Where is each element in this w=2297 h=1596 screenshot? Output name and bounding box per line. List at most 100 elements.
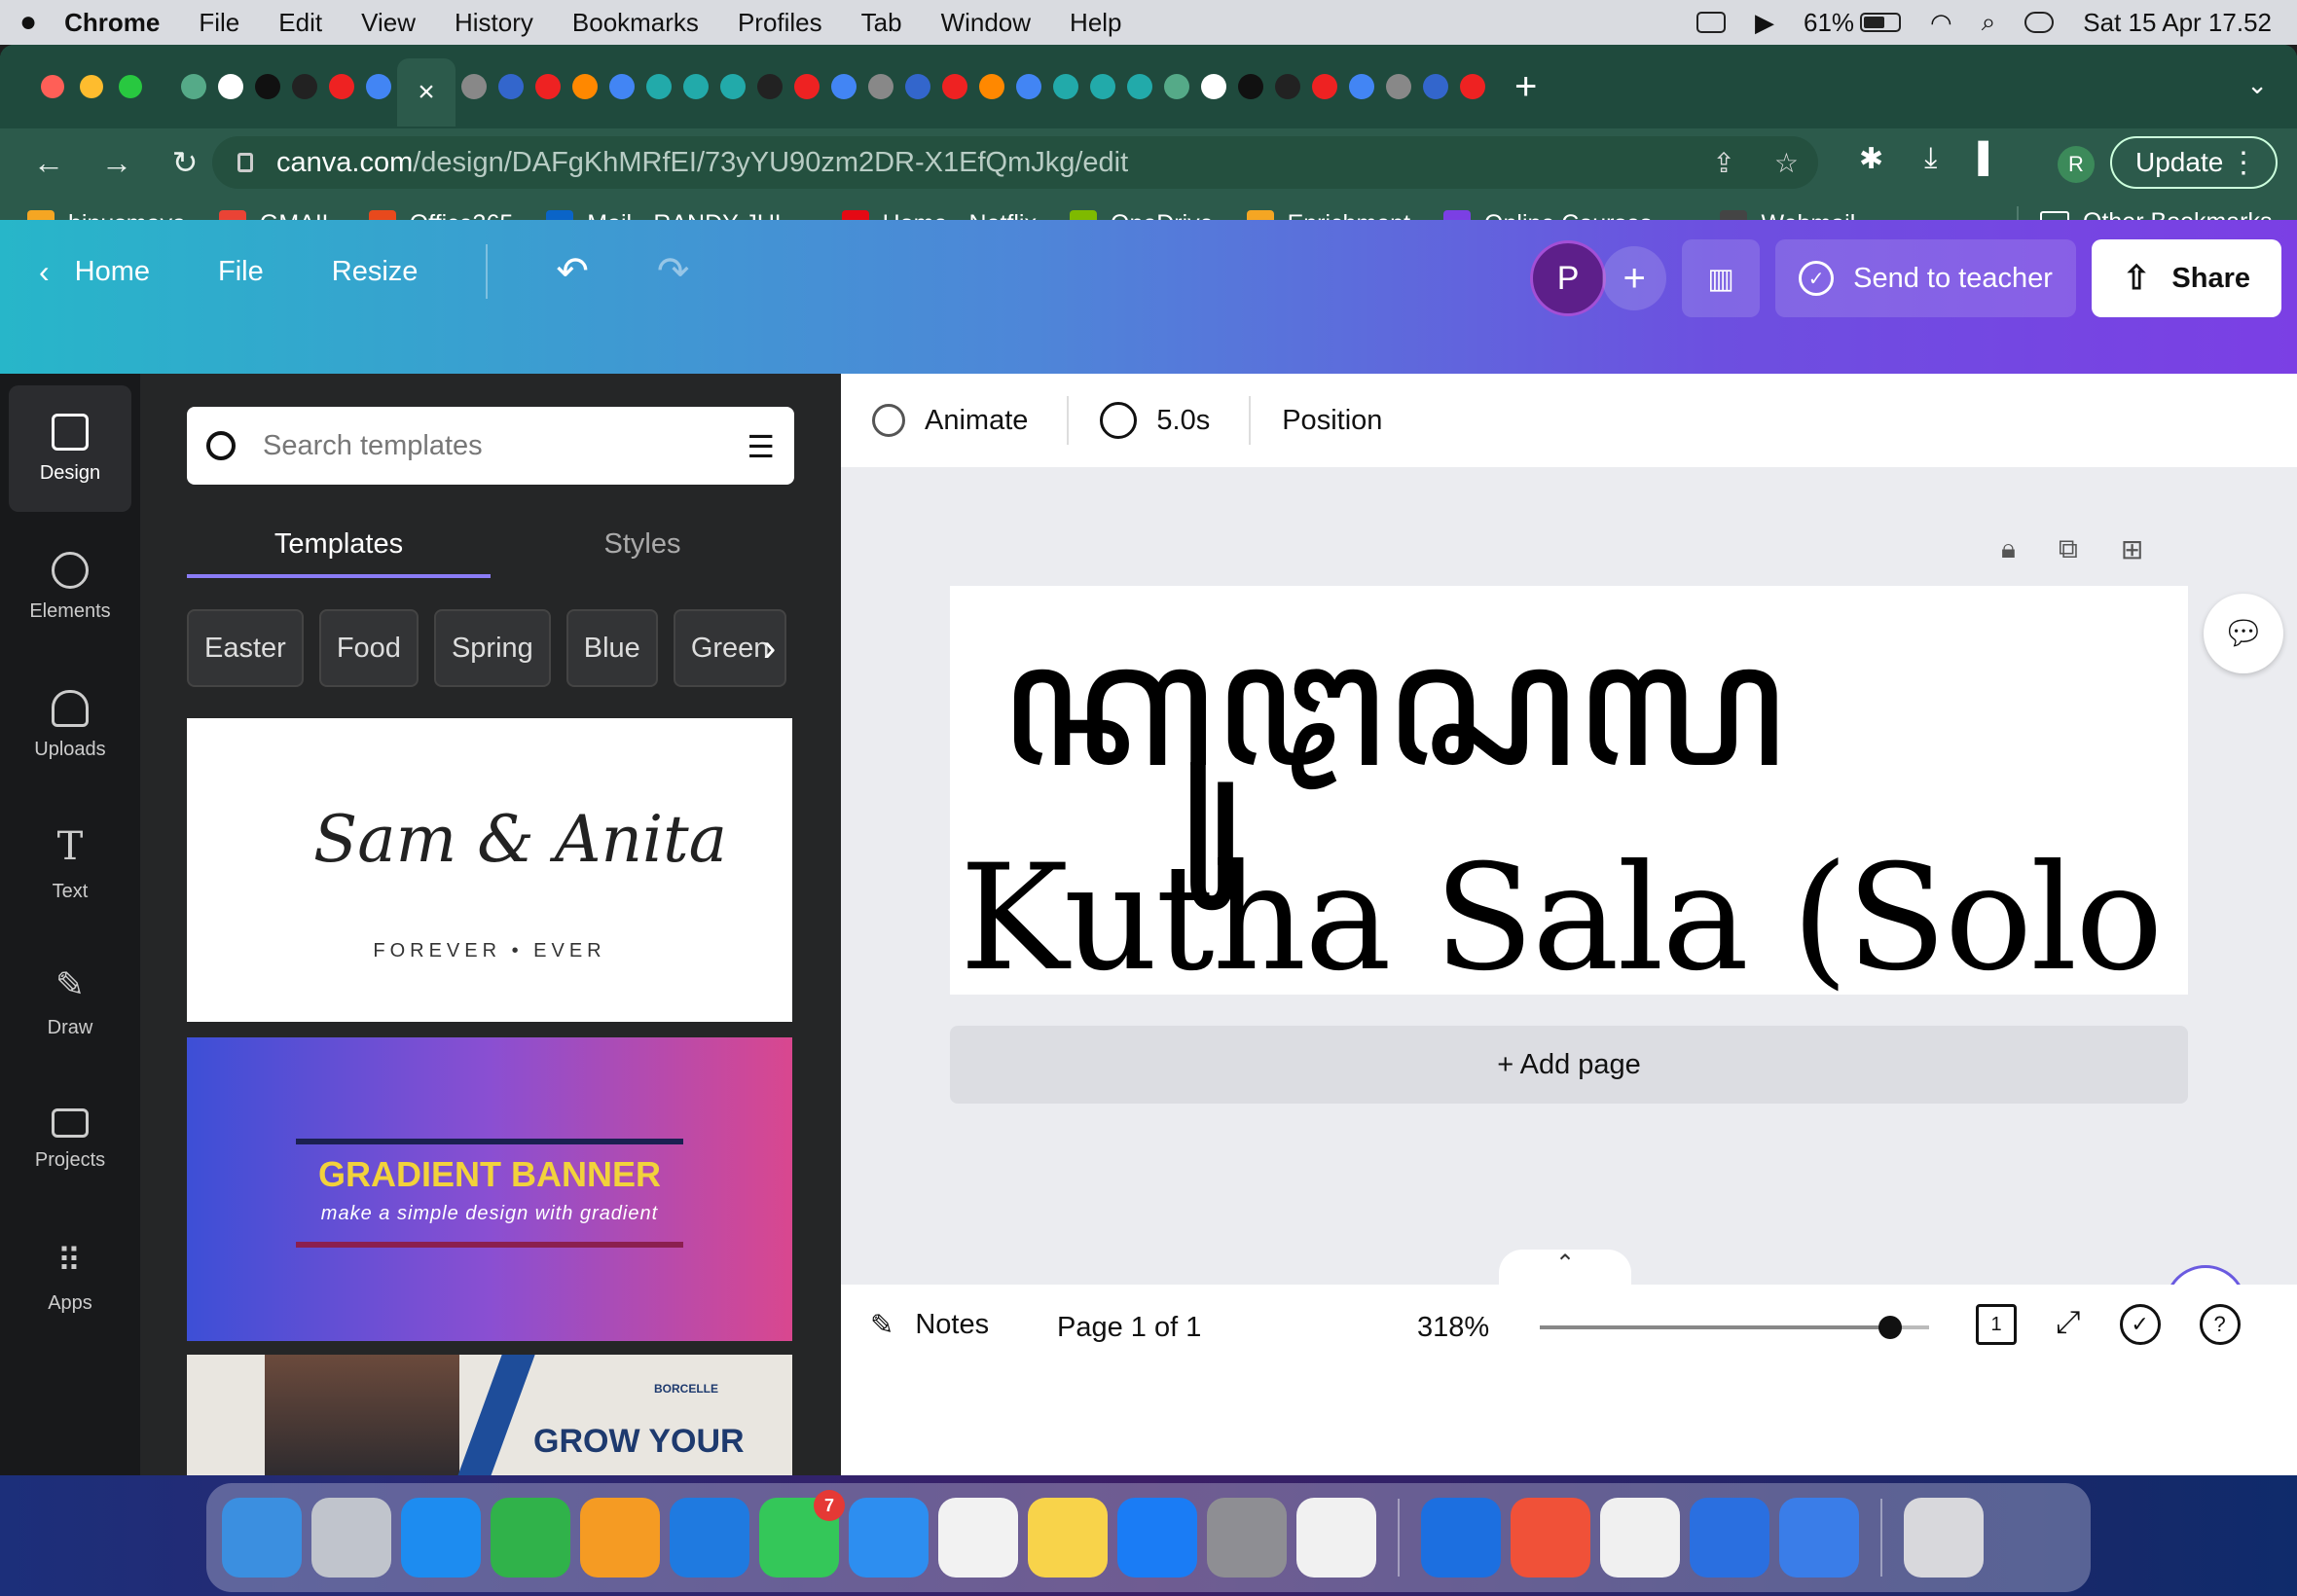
duplicate-page-icon[interactable]: ⧉ [2059, 533, 2078, 565]
tab-favicon-icon[interactable] [218, 74, 243, 99]
tab-favicon-icon[interactable] [794, 74, 820, 99]
add-comment-icon[interactable]: 💬︎ [2204, 594, 2283, 673]
page-indicator[interactable]: Page 1 of 1 [1057, 1312, 1201, 1344]
chrome-app[interactable] [1296, 1498, 1376, 1578]
rail-draw[interactable]: ✎ Draw [9, 938, 131, 1065]
tab-favicon-icon[interactable] [1460, 74, 1485, 99]
rail-apps[interactable]: ⠿ Apps [9, 1215, 131, 1341]
tab-favicon-icon[interactable] [1312, 74, 1337, 99]
extensions-puzzle-icon[interactable]: ✱ [1859, 142, 1883, 176]
share-button[interactable]: ⇧ Share [2091, 239, 2281, 317]
xcode-app[interactable] [1421, 1498, 1501, 1578]
duration-button[interactable]: 5.0s [1069, 402, 1249, 439]
address-bar[interactable]: canva.com/design/DAFgKhMRfEI/73yYU90zm2D… [212, 136, 1818, 189]
photos-app[interactable] [1600, 1498, 1680, 1578]
zoom-percent[interactable]: 318% [1417, 1312, 1489, 1344]
tab-favicon-icon[interactable] [1201, 74, 1226, 99]
control-center-icon[interactable] [2024, 12, 2055, 33]
finder-app[interactable] [222, 1498, 302, 1578]
reload-icon[interactable]: ↻ [165, 144, 204, 181]
tab-search-chevron-icon[interactable]: ⌄ [2246, 70, 2268, 100]
bookmark-star-icon[interactable]: ☆ [1774, 147, 1799, 179]
tab-favicon-icon[interactable] [1423, 74, 1448, 99]
launchpad-app[interactable] [311, 1498, 391, 1578]
collaborator-avatar[interactable]: P [1530, 240, 1607, 316]
tab-favicon-icon[interactable] [1164, 74, 1189, 99]
fullscreen-expand-icon[interactable]: ⤢ [2056, 1304, 2081, 1345]
menu-edit[interactable]: Edit [278, 8, 322, 38]
tab-favicon-icon[interactable] [1053, 74, 1078, 99]
messages-app[interactable]: 7 [759, 1490, 845, 1578]
system-settings-app[interactable] [1207, 1498, 1287, 1578]
pages-app[interactable] [580, 1498, 660, 1578]
home-button[interactable]: ‹ Home [39, 254, 150, 290]
minimize-window-button[interactable] [80, 75, 103, 98]
active-tab[interactable]: × [397, 58, 456, 127]
cat-app[interactable] [1779, 1498, 1859, 1578]
spotlight-search-icon[interactable]: ⌕ [1982, 7, 1996, 38]
chevron-right-icon[interactable]: › [763, 627, 776, 671]
chip-blue[interactable]: Blue [565, 609, 658, 687]
javanese-script-text[interactable]: ꦏꦸꦛꦱꦭ [1001, 609, 1785, 802]
reminders-app[interactable] [938, 1498, 1018, 1578]
menu-profiles[interactable]: Profiles [738, 8, 822, 38]
insights-chart-icon[interactable]: ▥ [1682, 239, 1761, 317]
add-collaborator-button[interactable]: + [1602, 246, 1667, 310]
wifi-icon[interactable]: ◠ [1930, 8, 1952, 38]
template-card-wedding[interactable]: Sam & Anita FOREVER • EVER [187, 718, 792, 1022]
safari-app[interactable] [401, 1498, 481, 1578]
zoom-slider-thumb[interactable] [1878, 1316, 1902, 1339]
tab-favicon-icon[interactable] [572, 74, 598, 99]
battery-status[interactable]: 61% [1804, 8, 1902, 38]
tab-favicon-icon[interactable] [646, 74, 672, 99]
chip-easter[interactable]: Easter [187, 609, 304, 687]
update-button[interactable]: Update ⋮ [2110, 136, 2278, 189]
page-grid-icon[interactable]: 1 [1976, 1304, 2017, 1345]
share-page-icon[interactable]: ⇪ [1712, 147, 1734, 179]
more-vertical-icon[interactable]: ⋮ [2229, 146, 2258, 180]
notes-app[interactable] [1028, 1498, 1108, 1578]
rail-elements[interactable]: Elements [9, 524, 131, 650]
filter-sliders-icon[interactable]: ☰ [747, 428, 775, 465]
menu-window[interactable]: Window [941, 8, 1031, 38]
rail-design[interactable]: Design [9, 385, 131, 512]
tab-favicon-icon[interactable] [329, 74, 354, 99]
tab-favicon-icon[interactable] [1386, 74, 1411, 99]
zoom-slider[interactable] [1540, 1316, 1929, 1339]
rail-uploads[interactable]: Uploads [9, 662, 131, 788]
tab-favicon-icon[interactable] [498, 74, 524, 99]
close-window-button[interactable] [41, 75, 64, 98]
tab-favicon-icon[interactable] [868, 74, 893, 99]
search-templates-input[interactable]: Search templates ☰ [187, 407, 794, 485]
new-tab-button[interactable]: + [1514, 65, 1537, 109]
tab-favicon-icon[interactable] [255, 74, 280, 99]
undo-icon[interactable]: ↶ [556, 249, 589, 294]
lock-page-icon[interactable]: 🔒︎ [2001, 533, 2016, 565]
keynote-app[interactable] [670, 1498, 749, 1578]
tab-templates[interactable]: Templates [187, 510, 491, 578]
template-card-business[interactable]: BORCELLE GROW YOUR [187, 1355, 792, 1475]
close-tab-icon[interactable]: × [418, 76, 435, 109]
tab-favicon-icon[interactable] [461, 74, 487, 99]
numbers-app[interactable] [491, 1498, 570, 1578]
forward-arrow-icon[interactable]: → [97, 145, 136, 181]
position-button[interactable]: Position [1251, 405, 1421, 437]
design-page[interactable]: ꦏꦸꦛꦱꦭ Kutha Sala (Solo City) [950, 586, 2188, 995]
tab-favicon-icon[interactable] [1349, 74, 1374, 99]
tab-favicon-icon[interactable] [1090, 74, 1115, 99]
animate-button[interactable]: Animate [841, 404, 1067, 437]
trash-icon[interactable] [1904, 1498, 1984, 1578]
side-panel-icon[interactable]: ▌ [1978, 142, 1998, 176]
tab-favicon-icon[interactable] [905, 74, 930, 99]
add-page-icon[interactable]: ⊞ [2121, 533, 2143, 565]
lock-icon[interactable] [237, 153, 253, 172]
chevron-up-icon[interactable]: ⌃ [1499, 1250, 1631, 1285]
menu-help[interactable]: Help [1070, 8, 1121, 38]
simulator-app[interactable] [1690, 1498, 1769, 1578]
help-icon[interactable]: ? [2199, 1304, 2241, 1345]
tab-favicon-icon[interactable] [535, 74, 561, 99]
mail-app[interactable] [849, 1498, 929, 1578]
tab-styles[interactable]: Styles [491, 510, 794, 578]
template-card-gradient-banner[interactable]: GRADIENT BANNER make a simple design wit… [187, 1037, 792, 1341]
redo-icon[interactable]: ↷ [657, 249, 690, 294]
